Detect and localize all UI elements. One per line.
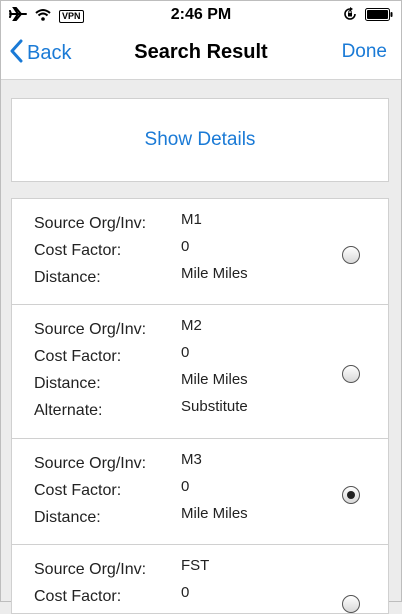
field-label: Source Org/Inv: [34,215,147,232]
result-field: Source Org/Inv: FST [12,557,388,584]
rotation-lock-icon [343,7,357,26]
field-label: Alternate: [34,402,103,419]
field-label: Cost Factor: [34,242,122,259]
result-row[interactable]: Source Org/Inv: M2 Cost Factor: 0 Distance: M… [11,304,389,438]
result-field: Cost Factor: 0 [12,478,388,505]
result-field: Cost Factor: 0 [12,238,388,265]
chevron-left-icon [9,39,23,68]
radio-button[interactable] [342,595,360,613]
result-field: Alternate: Substitute [12,398,388,425]
result-field: Source Org/Inv: M1 [12,211,388,238]
field-value: M2 [181,317,202,334]
field-value: 0 [181,344,190,361]
field-value: FST [181,557,210,574]
result-field: Distance: Mile Miles [12,371,388,398]
field-label: Source Org/Inv: [34,561,147,578]
field-label: Source Org/Inv: [34,321,147,338]
field-label: Distance: [34,509,101,526]
field-value: M1 [181,211,202,228]
field-label: Distance: [34,375,101,392]
result-field: Cost Factor: 0 [12,344,388,371]
field-value: Substitute [181,398,248,415]
show-details-label: Show Details [144,129,256,150]
field-value: Mile Miles [181,371,248,388]
result-field: Distance: Mile Miles [12,505,388,532]
result-row[interactable]: Source Org/Inv: FST Cost Factor: 0 [11,544,389,614]
radio-button[interactable] [342,486,360,504]
field-label: Cost Factor: [34,348,122,365]
result-row[interactable]: Source Org/Inv: M1 Cost Factor: 0 Distance: M… [11,198,389,304]
field-value: Mile Miles [181,265,248,282]
result-field: Distance: Mile Miles [12,265,388,292]
field-label: Cost Factor: [34,588,122,605]
field-value: 0 [181,478,190,495]
battery-icon [365,7,393,26]
result-field: Source Org/Inv: M2 [12,317,388,344]
result-field: Cost Factor: 0 [12,584,388,611]
field-value: 0 [181,238,190,255]
result-field: Source Org/Inv: M3 [12,451,388,478]
field-value: Mile Miles [181,505,248,522]
back-label: Back [27,42,72,64]
done-button[interactable]: Done [342,41,387,63]
field-value: M3 [181,451,202,468]
field-label: Source Org/Inv: [34,455,147,472]
back-button[interactable]: Back [9,39,71,68]
result-row[interactable]: Source Org/Inv: M3 Cost Factor: 0 Distance: M… [11,438,389,544]
results-list: Source Org/Inv: M1 Cost Factor: 0 Distance: M… [11,198,389,614]
field-label: Distance: [34,269,101,286]
status-bar: VPN 2:46 PM [1,1,401,29]
status-time: 2:46 PM [170,6,232,23]
nav-bar: Back Search Result Done [1,29,401,80]
show-details-button[interactable]: Show Details [11,98,389,182]
radio-button[interactable] [342,365,360,383]
radio-button[interactable] [342,246,360,264]
status-right [343,7,393,26]
field-label: Cost Factor: [34,482,122,499]
field-value: 0 [181,584,190,601]
